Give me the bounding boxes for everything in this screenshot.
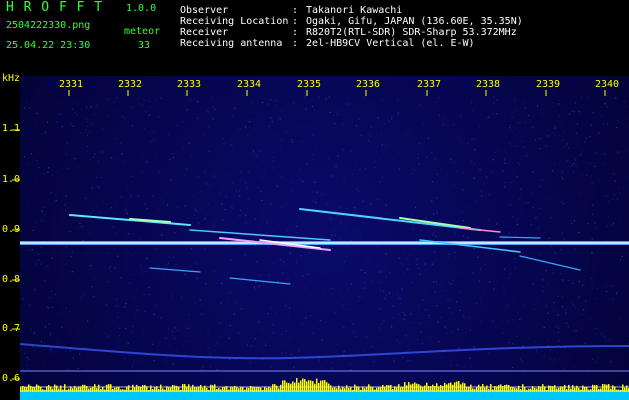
hrofft-screen: H R O F F T 1.0.0 2504222330.png meteor … bbox=[0, 0, 629, 400]
tick-marks bbox=[12, 90, 606, 380]
